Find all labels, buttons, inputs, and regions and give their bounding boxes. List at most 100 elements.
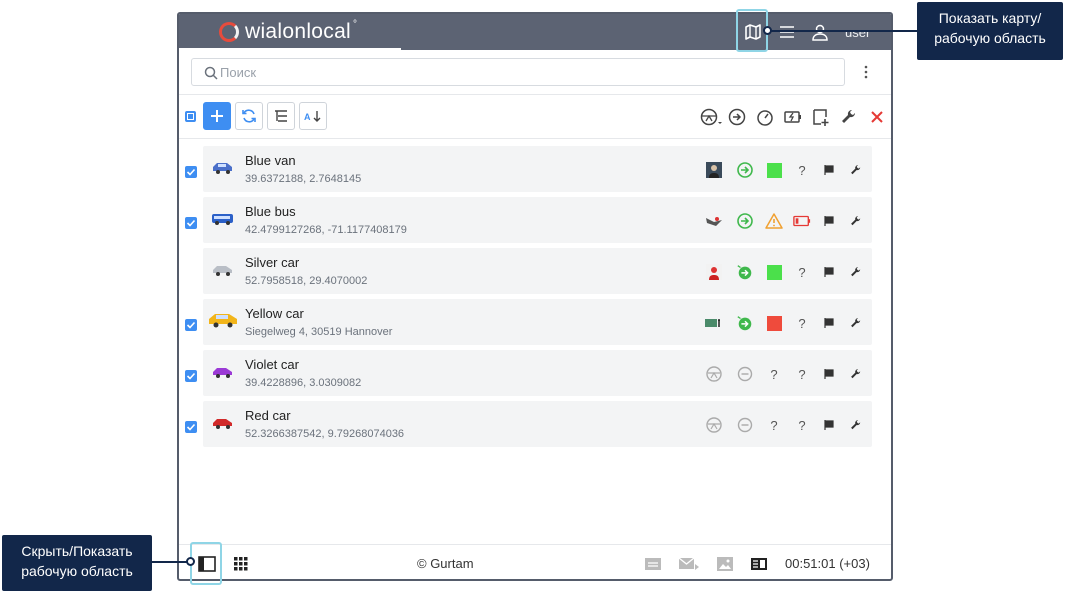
unknown-value: ? — [770, 366, 778, 382]
no-data-icon[interactable] — [736, 416, 754, 434]
status-indicator — [765, 263, 783, 281]
callout-dot — [763, 26, 772, 35]
image-icon[interactable] — [715, 555, 735, 573]
driver-filter-icon[interactable] — [699, 107, 723, 127]
notifications-icon[interactable] — [643, 555, 663, 573]
unit-name: Blue bus — [245, 204, 296, 219]
flag-icon[interactable] — [820, 314, 838, 332]
unknown-value: ? — [798, 417, 806, 433]
wrench-icon[interactable] — [847, 212, 865, 230]
clock: 00:51:01 (+03) — [785, 556, 870, 571]
unit-checkbox[interactable] — [185, 217, 197, 229]
unknown-value: ? — [798, 162, 806, 178]
speed-filter-icon[interactable] — [755, 107, 775, 127]
wrench-icon[interactable] — [847, 161, 865, 179]
driver-photo-icon[interactable] — [705, 161, 723, 179]
moving-ignition-icon[interactable] — [736, 314, 754, 332]
motion-filter-icon[interactable] — [727, 107, 747, 127]
app-window: wialonlocal ° user A — [177, 12, 893, 581]
driver-photo-icon[interactable] — [705, 212, 723, 230]
flag-icon[interactable] — [820, 212, 838, 230]
add-geofence-icon[interactable] — [811, 107, 831, 127]
user-name[interactable]: user — [845, 25, 870, 40]
tree-icon — [275, 110, 287, 122]
wrench-icon[interactable] — [847, 416, 865, 434]
svg-text:A: A — [304, 112, 311, 122]
van-icon — [213, 163, 232, 174]
unit-name: Yellow car — [245, 306, 304, 321]
search-icon — [204, 66, 218, 80]
logo-text: wialonlocal — [245, 20, 352, 43]
user-icon[interactable] — [809, 21, 831, 43]
apps-grid-icon[interactable] — [231, 555, 251, 573]
add-button[interactable] — [203, 102, 231, 130]
table-row[interactable]: Blue bus 42.4799127268, -71.1177408179 — [203, 197, 872, 243]
unit-name: Violet car — [245, 357, 299, 372]
messages-icon[interactable] — [677, 555, 701, 573]
search-input[interactable] — [220, 63, 820, 81]
sort-az-icon: A — [304, 111, 321, 122]
bus-icon — [212, 214, 233, 225]
wrench-icon[interactable] — [839, 107, 859, 127]
unit-coordinates: 42.4799127268, -71.1177408179 — [245, 224, 407, 236]
unit-coordinates: 52.7958518, 29.4070002 — [245, 275, 368, 287]
driver-photo-icon[interactable] — [705, 263, 723, 281]
table-row[interactable]: Blue van 39.6372188, 2.7648145 ? — [203, 146, 872, 192]
unit-coordinates: 52.3266387542, 9.79268074036 — [245, 428, 405, 440]
toolbar: A — [179, 102, 891, 130]
delete-icon[interactable] — [867, 107, 887, 127]
moving-ignition-icon[interactable] — [736, 263, 754, 281]
wrench-icon[interactable] — [847, 314, 865, 332]
refresh-button[interactable] — [235, 102, 263, 130]
top-bar: wialonlocal ° user — [179, 14, 891, 50]
select-all-checkbox[interactable] — [185, 111, 196, 122]
no-driver-icon[interactable] — [705, 416, 723, 434]
flag-icon[interactable] — [820, 161, 838, 179]
callout-connector — [152, 561, 190, 563]
search-box[interactable] — [191, 58, 845, 86]
driver-group-icon[interactable] — [705, 314, 725, 332]
unit-checkbox[interactable] — [185, 166, 197, 178]
table-row[interactable]: Violet car 39.4228896, 3.0309082 ? ? — [203, 350, 872, 396]
logo: wialonlocal ° — [219, 19, 357, 44]
moving-icon[interactable] — [736, 161, 754, 179]
unit-checkbox[interactable] — [185, 421, 197, 433]
refresh-icon — [242, 109, 256, 123]
wrench-icon[interactable] — [847, 263, 865, 281]
logo-mark-icon — [219, 22, 239, 42]
status-indicator — [765, 314, 783, 332]
copyright: © Gurtam — [417, 556, 474, 571]
more-options-icon[interactable] — [861, 65, 871, 79]
unknown-value: ? — [798, 366, 806, 382]
no-driver-icon[interactable] — [705, 365, 723, 383]
wrench-icon[interactable] — [847, 365, 865, 383]
low-battery-icon[interactable] — [793, 212, 811, 230]
unit-checkbox[interactable] — [185, 319, 197, 331]
flag-icon[interactable] — [820, 416, 838, 434]
unit-checkbox[interactable] — [185, 370, 197, 382]
unit-coordinates: 39.6372188, 2.7648145 — [245, 173, 362, 185]
table-row[interactable]: Yellow car Siegelweg 4, 30519 Hannover ? — [203, 299, 872, 345]
unit-coordinates: 39.4228896, 3.0309082 — [245, 377, 362, 389]
panel-toggle-highlight — [190, 542, 222, 585]
divider — [179, 138, 891, 139]
group-button[interactable] — [267, 102, 295, 130]
moving-icon[interactable] — [736, 212, 754, 230]
battery-filter-icon[interactable] — [783, 107, 803, 127]
warning-icon[interactable] — [765, 212, 783, 230]
unit-name: Red car — [245, 408, 291, 423]
car-icon — [209, 314, 237, 328]
footer-bar: © Gurtam 00:51:01 (+03) — [179, 545, 891, 579]
flag-icon[interactable] — [820, 263, 838, 281]
dashboard-icon[interactable] — [749, 555, 769, 573]
sort-button[interactable]: A — [299, 102, 327, 130]
callout-toggle-workspace: Скрыть/Показать рабочую область — [2, 535, 152, 591]
table-row[interactable]: Red car 52.3266387542, 9.79268074036 ? ? — [203, 401, 872, 447]
no-data-icon[interactable] — [736, 365, 754, 383]
unknown-value: ? — [798, 264, 806, 280]
table-row[interactable]: Silver car 52.7958518, 29.4070002 ? — [203, 248, 872, 294]
menu-icon[interactable] — [776, 21, 798, 43]
callout-connector — [769, 30, 917, 32]
car-icon — [213, 266, 232, 276]
flag-icon[interactable] — [820, 365, 838, 383]
